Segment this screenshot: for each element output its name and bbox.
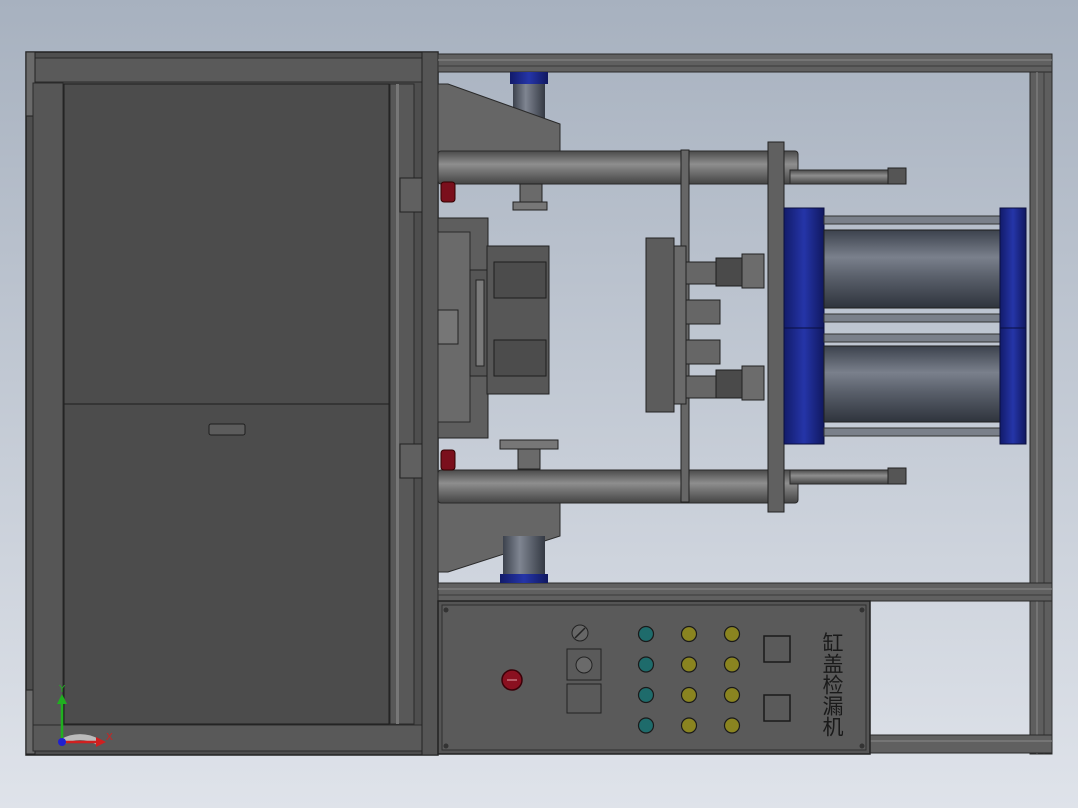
left-cabinet	[25, 51, 439, 756]
control-panel: 缸盖检漏机	[437, 600, 871, 755]
cylinder-mount-plate	[767, 141, 785, 513]
indicator-lamp-yellow-a-4	[680, 717, 698, 734]
cabinet-door-upper[interactable]	[63, 83, 390, 405]
indicator-lamp-teal-2	[637, 656, 655, 673]
indicator-lamp-teal-1	[637, 625, 655, 643]
push-button-upper[interactable]	[763, 635, 791, 663]
axis-y-label: Y	[58, 684, 66, 695]
limit-stop-upper-icon	[440, 181, 456, 203]
door-handle[interactable]	[208, 423, 246, 436]
panel-title: 缸盖检漏机	[820, 632, 844, 737]
indicator-lamp-yellow-a-3	[680, 686, 698, 704]
indicator-lamp-yellow-b-1	[723, 625, 741, 643]
indicator-lamp-teal-4	[637, 717, 655, 734]
push-button-lower[interactable]	[763, 694, 791, 722]
indicator-lamp-yellow-a-1	[680, 625, 698, 643]
indicator-lamp-yellow-a-2	[680, 656, 698, 673]
display-window	[566, 683, 602, 714]
machine-drawing-viewport: 缸盖检漏机 Y X	[0, 0, 1078, 808]
indicator-lamp-yellow-b-3	[723, 686, 741, 704]
origin-icon	[58, 738, 66, 746]
indicator-lamp-yellow-b-2	[723, 656, 741, 673]
cabinet-door-lower[interactable]	[63, 403, 390, 725]
indicator-lamp-yellow-b-4	[723, 717, 741, 734]
axis-x-label: X	[106, 732, 113, 743]
limit-stop-lower-icon	[440, 449, 456, 471]
indicator-lamp-teal-3	[637, 686, 655, 704]
